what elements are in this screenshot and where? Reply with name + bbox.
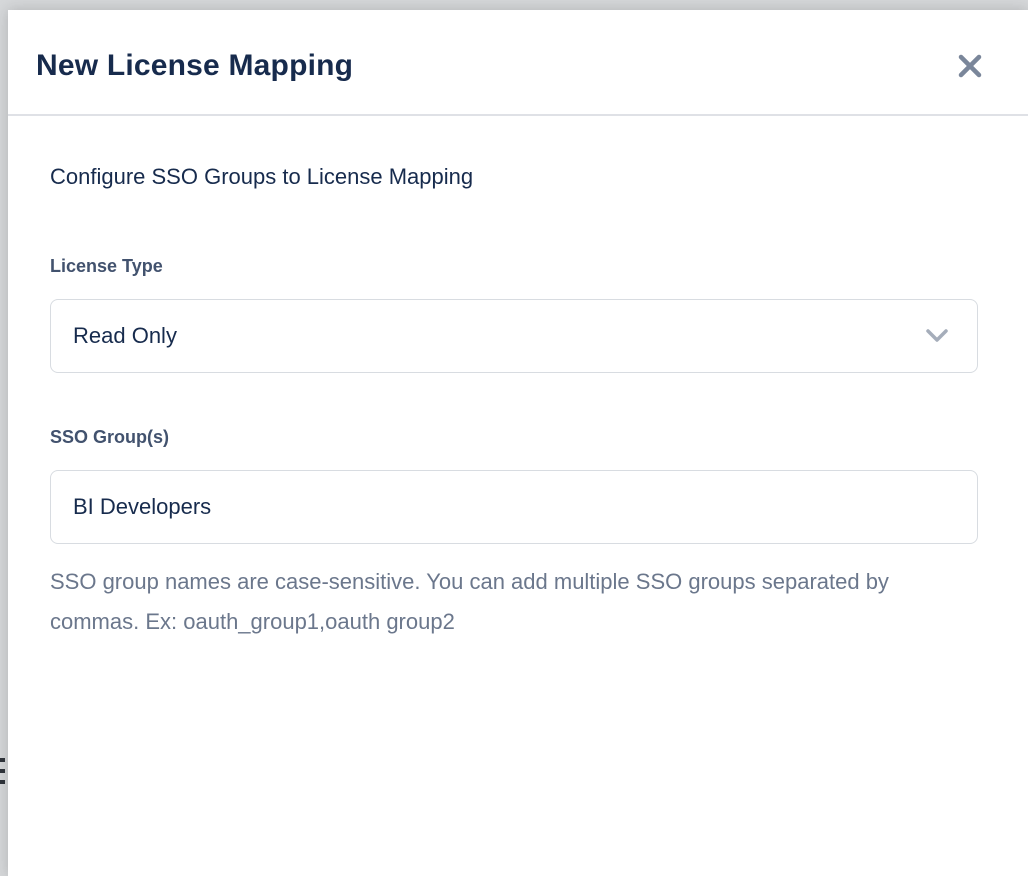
background-page-artifact <box>0 758 5 784</box>
dialog-body: Configure SSO Groups to License Mapping … <box>8 116 1028 876</box>
sso-groups-help-text: SSO group names are case-sensitive. You … <box>50 562 890 642</box>
license-type-label: License Type <box>50 256 978 277</box>
sso-groups-input[interactable] <box>50 470 978 544</box>
close-button[interactable] <box>952 48 988 84</box>
license-type-selected-value: Read Only <box>73 323 177 349</box>
dialog-title: New License Mapping <box>36 49 353 83</box>
dialog-description: Configure SSO Groups to License Mapping <box>50 164 978 190</box>
dialog-header: New License Mapping <box>8 10 1028 116</box>
x-close-icon <box>957 53 983 79</box>
license-type-select[interactable]: Read Only <box>50 299 978 373</box>
new-license-mapping-dialog: New License Mapping Configure SSO Groups… <box>8 10 1028 876</box>
chevron-down-icon <box>925 328 949 344</box>
sso-groups-label: SSO Group(s) <box>50 427 978 448</box>
